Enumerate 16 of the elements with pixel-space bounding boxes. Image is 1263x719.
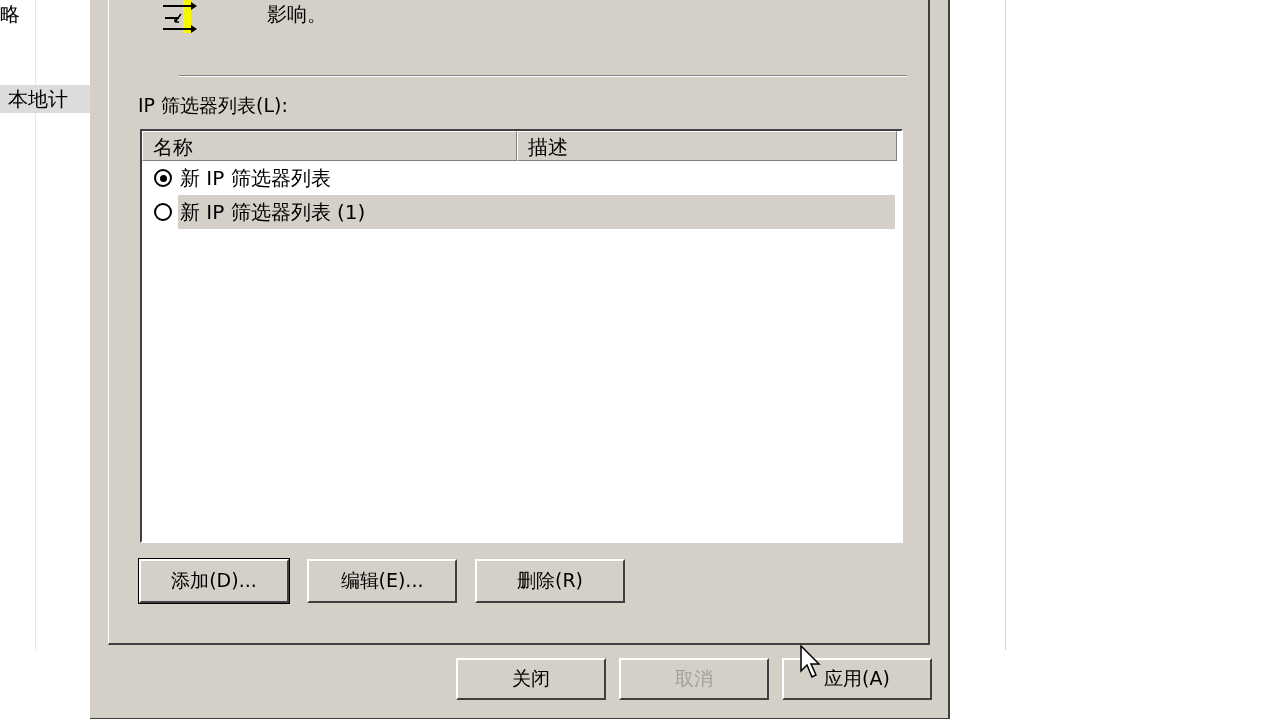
description-text: 影响。 xyxy=(267,1,327,28)
column-header[interactable]: 名称 xyxy=(142,131,517,161)
radio-button[interactable] xyxy=(154,169,172,187)
list-item[interactable]: 新 IP 筛选器列表 (1) xyxy=(178,195,895,229)
radio-button[interactable] xyxy=(154,203,172,221)
list-label: IP 筛选器列表(L): xyxy=(138,93,289,118)
column-header[interactable]: 描述 xyxy=(517,131,897,161)
tree-item[interactable]: 略 xyxy=(0,0,90,28)
action-button[interactable]: 删除(R) xyxy=(475,559,625,603)
action-button[interactable]: 添加(D)... xyxy=(139,559,289,603)
list-item[interactable]: 新 IP 筛选器列表 xyxy=(178,161,895,195)
mouse-pointer-icon xyxy=(800,645,822,679)
action-button[interactable]: 编辑(E)... xyxy=(307,559,457,603)
dialog-button[interactable]: 应用(A) xyxy=(782,658,932,700)
tree-item[interactable]: 本地计 xyxy=(0,85,90,113)
dialog-button[interactable]: 关闭 xyxy=(456,658,606,700)
